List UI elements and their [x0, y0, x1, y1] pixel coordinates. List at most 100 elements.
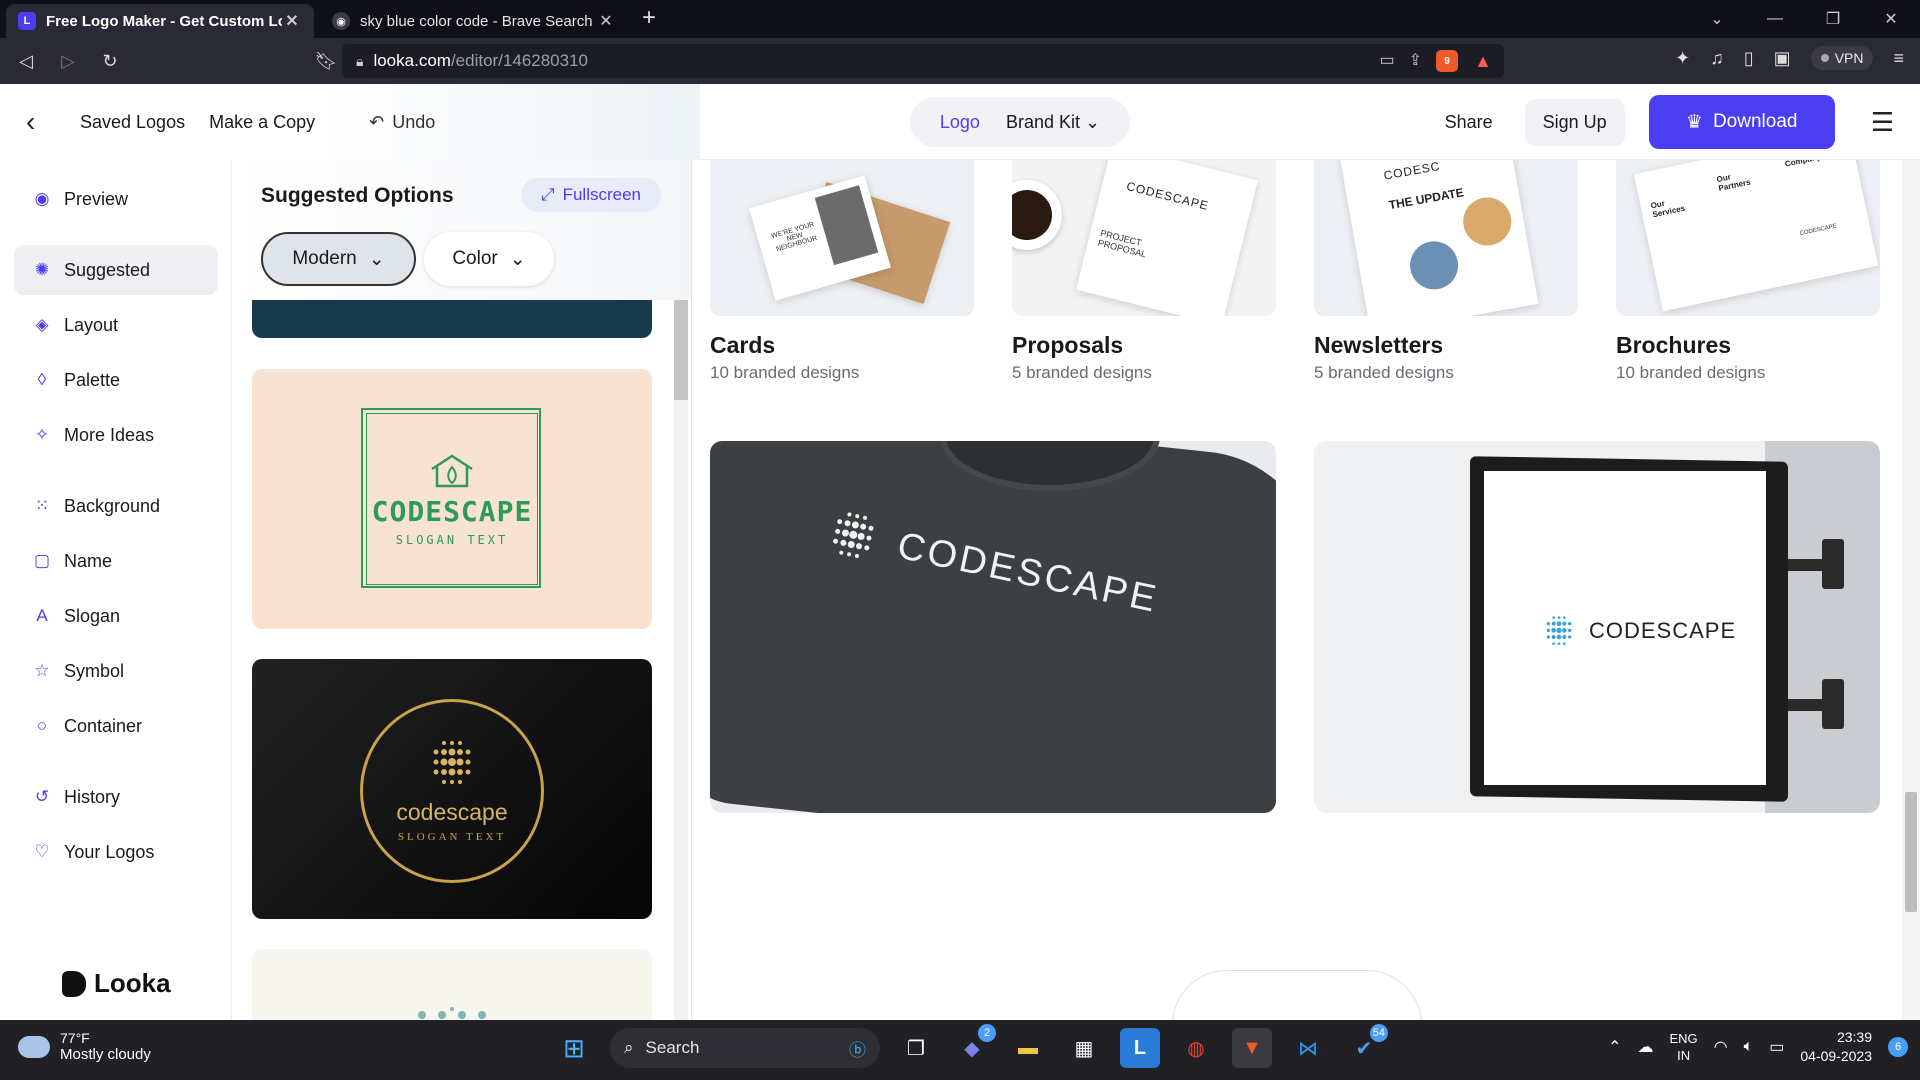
chrome-icon[interactable]: ◍ — [1176, 1028, 1216, 1068]
panel-title: Suggested Options — [261, 184, 454, 207]
close-tab-icon[interactable]: ✕ — [282, 11, 302, 31]
sidebar-item-more-ideas[interactable]: ✧ More Ideas — [14, 410, 218, 460]
wallet-icon[interactable]: ▣ — [1774, 48, 1791, 69]
sidebar-item-history[interactable]: ↺ History — [14, 772, 218, 822]
sidebar-toggle-icon[interactable]: ▯ — [1744, 48, 1754, 69]
style-filter-dropdown[interactable]: Modern ⌄ — [261, 232, 416, 286]
tab-brand-kit[interactable]: Brand Kit ⌄ — [1006, 112, 1100, 133]
sign-mockup[interactable]: CODESCAPE — [1314, 441, 1880, 813]
minimize-button[interactable]: — — [1746, 10, 1804, 28]
back-chevron-icon[interactable]: ‹ — [26, 106, 56, 138]
sign-up-button[interactable]: Sign Up — [1524, 98, 1625, 146]
load-more-button[interactable] — [1172, 970, 1422, 1020]
wand-icon: ✧ — [34, 425, 50, 444]
close-tab-icon[interactable]: ✕ — [596, 11, 616, 31]
undo-label: Undo — [392, 111, 436, 132]
browser-menu-icon[interactable]: ≡ — [1893, 48, 1904, 69]
saved-logos-link[interactable]: Saved Logos — [80, 112, 185, 133]
weather-widget[interactable]: 77°F Mostly cloudy — [18, 1030, 151, 1063]
category-name[interactable]: Brochures — [1616, 332, 1731, 359]
sidebar-item-palette[interactable]: ◊ Palette — [14, 355, 218, 405]
rewards-alert-icon[interactable]: ▲ — [1472, 50, 1494, 72]
vpn-button[interactable]: VPN — [1810, 46, 1874, 70]
fullscreen-button[interactable]: ⤢ Fullscreen — [521, 178, 661, 212]
share-button[interactable]: Share — [1445, 112, 1493, 133]
language-indicator[interactable]: ENG IN — [1670, 1030, 1698, 1064]
back-nav-icon[interactable]: ◁ — [10, 45, 42, 77]
bookmark-icon[interactable]: 🔖︎ — [310, 45, 342, 77]
sidebar-item-label: Palette — [64, 369, 121, 390]
vscode-icon[interactable]: ⋈ — [1288, 1028, 1328, 1068]
hamburger-menu-icon[interactable]: ☰ — [1871, 107, 1894, 138]
media-icon[interactable]: ♫ — [1710, 48, 1724, 69]
logo-option-card[interactable]: CODESCAPE SLOGAN TEXT — [252, 369, 652, 629]
brochure-image: Our Services Our Partners About Company … — [1633, 160, 1879, 312]
task-view-icon[interactable]: ❐ — [896, 1028, 936, 1068]
color-filter-dropdown[interactable]: Color ⌄ — [424, 232, 554, 286]
todo-badge: 54 — [1369, 1024, 1388, 1042]
volume-icon[interactable]: 🔈︎ — [1744, 1038, 1754, 1056]
forward-nav-icon[interactable]: ▷ — [52, 45, 84, 77]
wifi-icon[interactable]: ◠ — [1714, 1037, 1728, 1057]
brand-kit-tile-newsletters[interactable]: CODESC THE UPDATE — [1314, 160, 1578, 316]
cast-icon[interactable]: ▭ — [1379, 50, 1394, 72]
brave-shield-icon[interactable]: 9 — [1436, 50, 1458, 72]
logo-option-card[interactable]: codescape SLOGAN TEXT — [252, 659, 652, 919]
onedrive-icon[interactable]: ☁ — [1638, 1037, 1654, 1057]
browser-tab-search[interactable]: ◉ sky blue color code - Brave Search ✕ — [320, 4, 628, 38]
clock[interactable]: 23:39 04-09-2023 — [1800, 1028, 1872, 1066]
circle-icon: ○ — [36, 716, 48, 735]
todo-icon[interactable]: ✔ 54 — [1344, 1024, 1388, 1068]
sidebar-item-suggested[interactable]: ✺ Suggested — [14, 245, 218, 295]
sidebar-item-label: Your Logos — [64, 841, 155, 862]
battery-icon[interactable]: ▭ — [1769, 1037, 1784, 1057]
close-window-button[interactable]: ✕ — [1862, 9, 1920, 29]
history-icon: ↺ — [34, 787, 50, 806]
sidebar-item-preview[interactable]: ◉ Preview — [14, 174, 218, 224]
sidebar-item-container[interactable]: ○ Container — [14, 701, 218, 751]
share-icon[interactable]: ⇪ — [1409, 50, 1422, 72]
sidebar-item-slogan[interactable]: A Slogan — [14, 591, 218, 641]
sign-bracket-mount — [1822, 679, 1844, 729]
tab-logo[interactable]: Logo — [940, 112, 980, 133]
notification-badge[interactable]: 6 — [1888, 1037, 1908, 1057]
brand-kit-tile-proposals[interactable]: CODESCAPE PROJECT PROPOSAL — [1012, 160, 1276, 316]
category-name[interactable]: Proposals — [1012, 332, 1123, 359]
brand-kit-tile-brochures[interactable]: Our Services Our Partners About Company … — [1616, 160, 1880, 316]
sidebar-item-your-logos[interactable]: ♡ Your Logos — [14, 827, 218, 877]
extensions-icon[interactable]: ✦ — [1675, 48, 1690, 69]
taskbar-apps: ⊞ ⌕ Search ⓑ ❐ ◆ 2 ▬ ▦ L ◍ ▼ ⋈ ✔ 54 — [554, 1024, 1388, 1068]
teams-icon[interactable]: ◆ 2 — [952, 1024, 996, 1068]
brand-kit-tile-cards[interactable]: WE'RE YOUR NEW NEIGHBOUR — [710, 160, 974, 316]
panel-scrollbar-thumb[interactable] — [674, 300, 688, 400]
panel-scrollbar[interactable] — [674, 300, 688, 1020]
browser-tab-looka[interactable]: L Free Logo Maker - Get Custom Lo ✕ — [6, 4, 314, 38]
address-toolbar: ◁ ▷ ↻ 🔖︎ 🔒︎ looka.com/editor/146280310 ▭… — [0, 38, 1920, 84]
brave-icon[interactable]: ▼ — [1232, 1028, 1272, 1068]
file-explorer-icon[interactable]: ▬ — [1008, 1028, 1048, 1068]
url-field[interactable]: 🔒︎ looka.com/editor/146280310 ▭ ⇪ 9 ▲ — [342, 44, 1504, 78]
sidebar-item-symbol[interactable]: ☆ Symbol — [14, 646, 218, 696]
show-hidden-icons-chevron-icon[interactable]: ⌃ — [1608, 1037, 1621, 1057]
download-button[interactable]: ♛ Download — [1648, 95, 1835, 149]
windows-start-icon[interactable]: ⊞ — [554, 1028, 594, 1068]
undo-button[interactable]: ↶ Undo — [369, 112, 435, 133]
sidebar-item-background[interactable]: ⁙ Background — [14, 481, 218, 531]
logo-option-card[interactable] — [252, 949, 652, 1020]
category-name[interactable]: Cards — [710, 332, 775, 359]
sidebar-item-layout[interactable]: ◈ Layout — [14, 300, 218, 350]
star-icon: ☆ — [34, 661, 50, 680]
new-tab-button[interactable]: + — [642, 4, 656, 32]
make-copy-link[interactable]: Make a Copy — [209, 112, 315, 133]
looka-app-icon[interactable]: L — [1120, 1028, 1160, 1068]
sidebar-item-name[interactable]: ▢ Name — [14, 536, 218, 586]
content-scrollbar-thumb[interactable] — [1905, 792, 1917, 912]
tshirt-mockup[interactable]: CODESCAPE — [710, 441, 1276, 813]
restore-button[interactable]: ❐ — [1804, 9, 1862, 29]
store-icon[interactable]: ▦ — [1064, 1028, 1104, 1068]
tab-search-chevron-icon[interactable]: ⌄ — [1688, 9, 1746, 29]
category-name[interactable]: Newsletters — [1314, 332, 1443, 359]
category-count: 10 branded designs — [710, 363, 860, 382]
reload-icon[interactable]: ↻ — [94, 45, 126, 77]
taskbar-search[interactable]: ⌕ Search ⓑ — [610, 1028, 880, 1068]
